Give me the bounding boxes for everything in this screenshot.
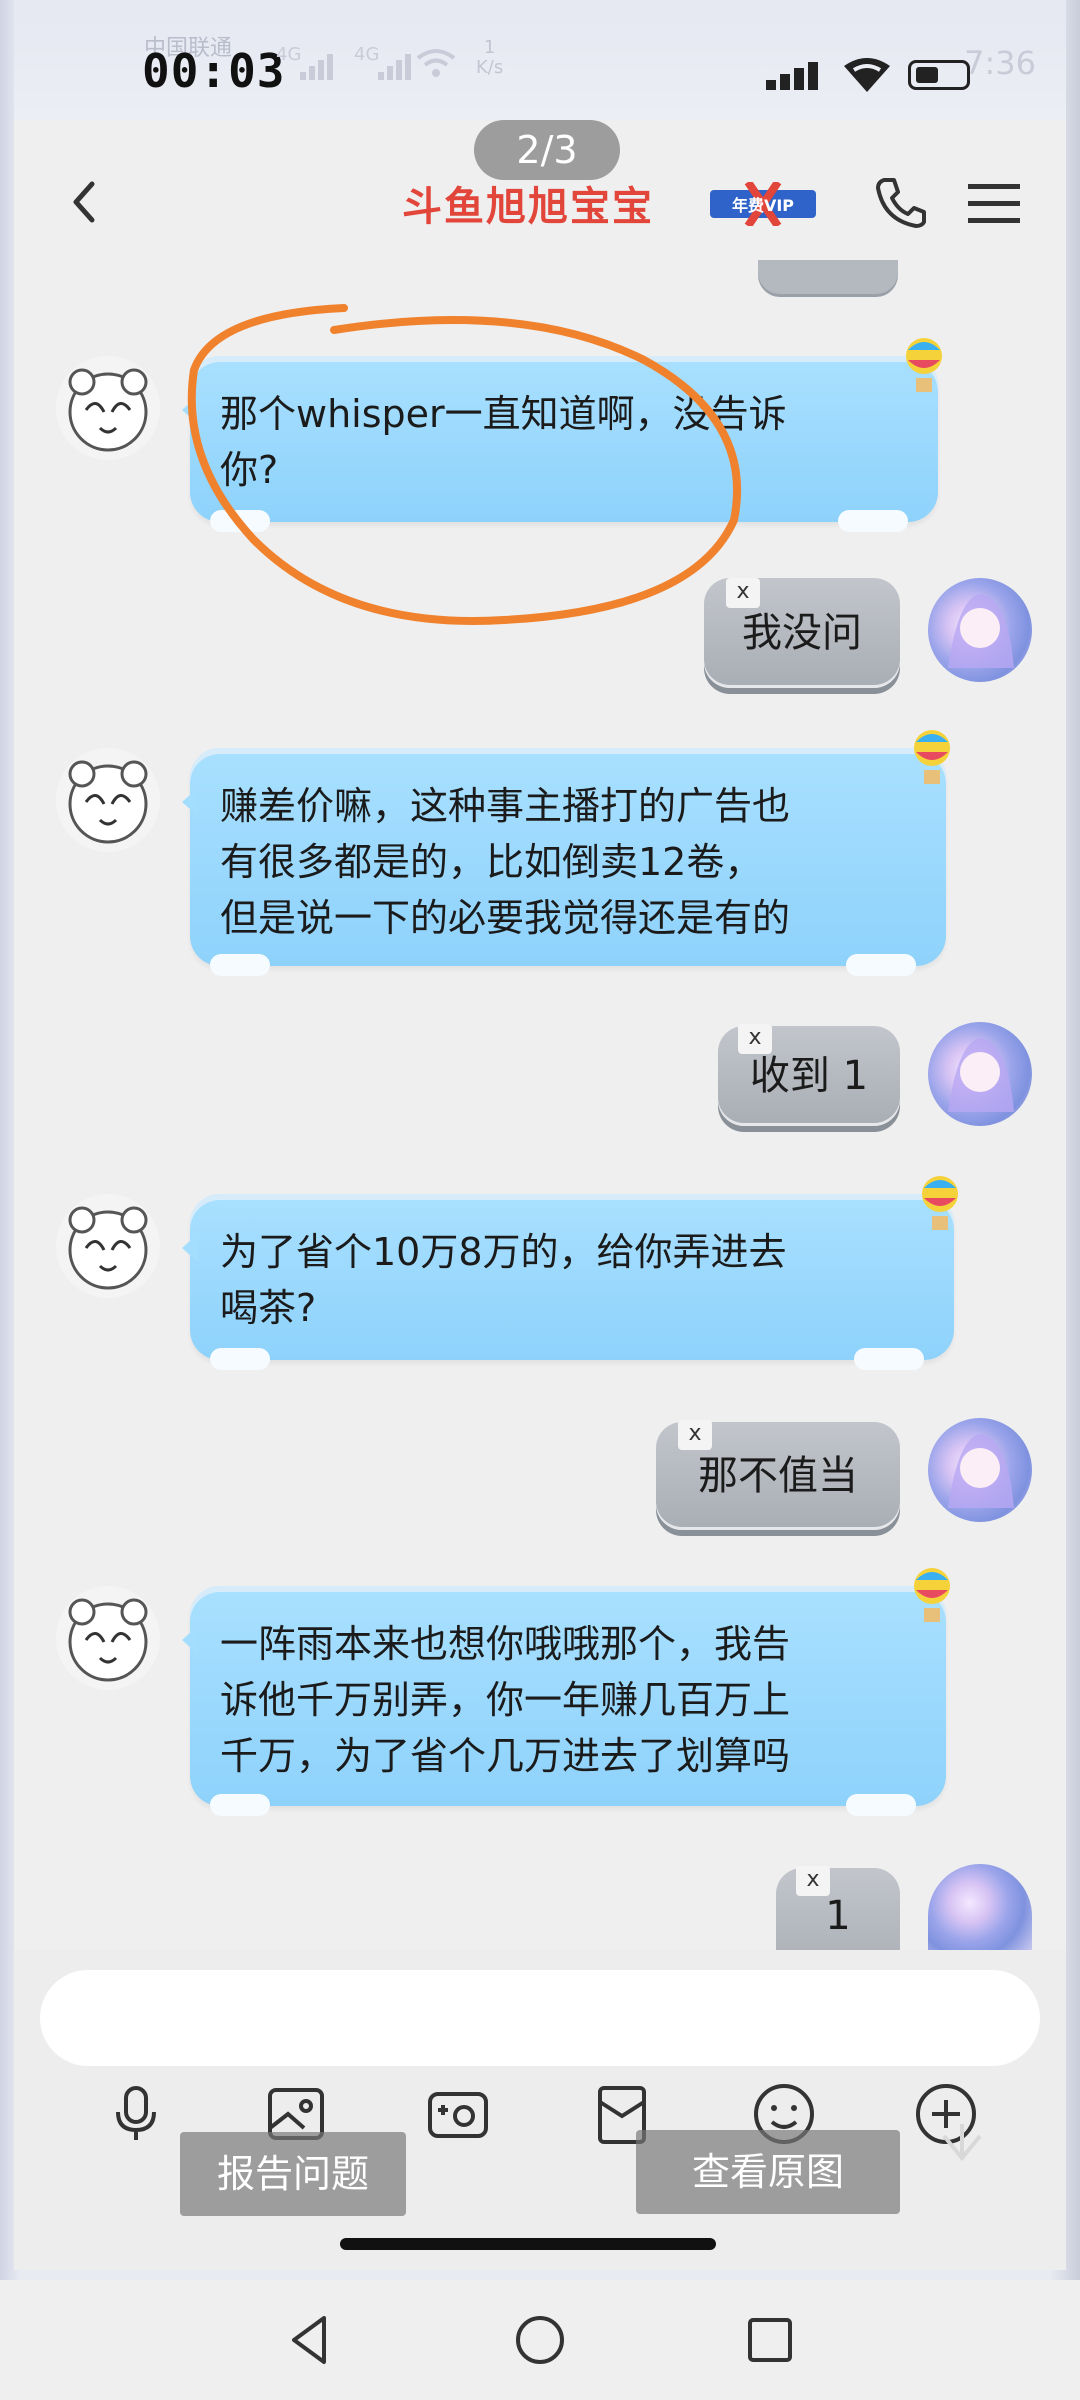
message-tag-x: x bbox=[738, 1024, 772, 1054]
contact-name[interactable]: 斗鱼旭旭宝宝 bbox=[402, 174, 654, 232]
status-bar: 中国联通 00:03 4G 4G 1 K/s 7:36 bbox=[14, 0, 1066, 120]
vip-badge-icon: 年费VIP bbox=[710, 182, 816, 226]
view-original-button[interactable]: 查看原图 bbox=[636, 2130, 900, 2214]
message-tag-x: x bbox=[678, 1420, 712, 1450]
message-tag-x: x bbox=[726, 578, 760, 608]
message-bubble-partial bbox=[758, 260, 898, 294]
my-avatar[interactable] bbox=[928, 1022, 1032, 1126]
camera-icon[interactable] bbox=[424, 2080, 492, 2148]
contact-avatar[interactable] bbox=[56, 1194, 160, 1298]
back-arrow-icon[interactable] bbox=[56, 172, 116, 232]
incoming-message-bubble[interactable]: 为了省个10万8万的，给你弄进去 喝茶? bbox=[182, 1194, 954, 1370]
balloon-decoration-icon bbox=[906, 338, 942, 392]
contact-avatar[interactable] bbox=[56, 1586, 160, 1690]
contact-avatar[interactable] bbox=[56, 356, 160, 460]
wifi-icon bbox=[416, 49, 456, 77]
message-input[interactable] bbox=[40, 1970, 1040, 2066]
phone-screen: 中国联通 00:03 4G 4G 1 K/s 7:36 斗鱼旭旭宝宝 年费VIP… bbox=[14, 0, 1066, 2270]
nav-home-icon[interactable] bbox=[510, 2310, 570, 2370]
recorder-wifi-icon bbox=[844, 58, 890, 92]
my-avatar[interactable] bbox=[928, 578, 1032, 682]
orange-annotation-circle bbox=[187, 304, 742, 625]
my-avatar[interactable] bbox=[928, 1864, 1032, 1950]
balloon-decoration-icon bbox=[914, 730, 950, 784]
microphone-icon[interactable] bbox=[102, 2080, 170, 2148]
balloon-decoration-icon bbox=[922, 1176, 958, 1230]
message-tag-x: x bbox=[796, 1866, 830, 1896]
message-list[interactable]: 那个whisper一直知道啊，没告诉 你? 我没问 x 赚差价嘛，这种事主播打的… bbox=[14, 260, 1066, 1978]
signal-icon-2 bbox=[378, 48, 418, 80]
battery-icon bbox=[908, 60, 970, 90]
status-clock: 7:36 bbox=[964, 44, 1036, 82]
balloon-decoration-icon bbox=[914, 1568, 950, 1622]
incoming-message-bubble[interactable]: 一阵雨本来也想你哦哦那个，我告 诉他千万别弄，你一年赚几百万上 千万，为了省个几… bbox=[182, 1586, 946, 1816]
network-type-label-2: 4G bbox=[354, 44, 380, 65]
phone-call-icon[interactable] bbox=[870, 172, 930, 232]
download-arrow-icon[interactable] bbox=[934, 2118, 990, 2174]
recording-timer: 00:03 bbox=[142, 44, 286, 98]
report-issue-button[interactable]: 报告问题 bbox=[180, 2132, 406, 2216]
network-type-label: 4G bbox=[276, 44, 302, 65]
contact-avatar[interactable] bbox=[56, 748, 160, 852]
nav-back-icon[interactable] bbox=[280, 2310, 340, 2370]
nav-recents-icon[interactable] bbox=[740, 2310, 800, 2370]
signal-icon bbox=[300, 48, 340, 80]
system-navbar bbox=[0, 2280, 1080, 2400]
menu-icon[interactable] bbox=[964, 176, 1024, 232]
recorder-signal-icon bbox=[766, 62, 826, 92]
page-indicator: 2/3 bbox=[474, 120, 620, 180]
chat-input-area bbox=[14, 1950, 1066, 2270]
my-avatar[interactable] bbox=[928, 1418, 1032, 1522]
net-speed: 1 K/s bbox=[476, 37, 504, 78]
incoming-message-bubble[interactable]: 赚差价嘛，这种事主播打的广告也 有很多都是的，比如倒卖12卷， 但是说一下的必要… bbox=[182, 748, 946, 976]
svg-text:年费VIP: 年费VIP bbox=[732, 196, 794, 215]
home-indicator[interactable] bbox=[340, 2238, 716, 2250]
